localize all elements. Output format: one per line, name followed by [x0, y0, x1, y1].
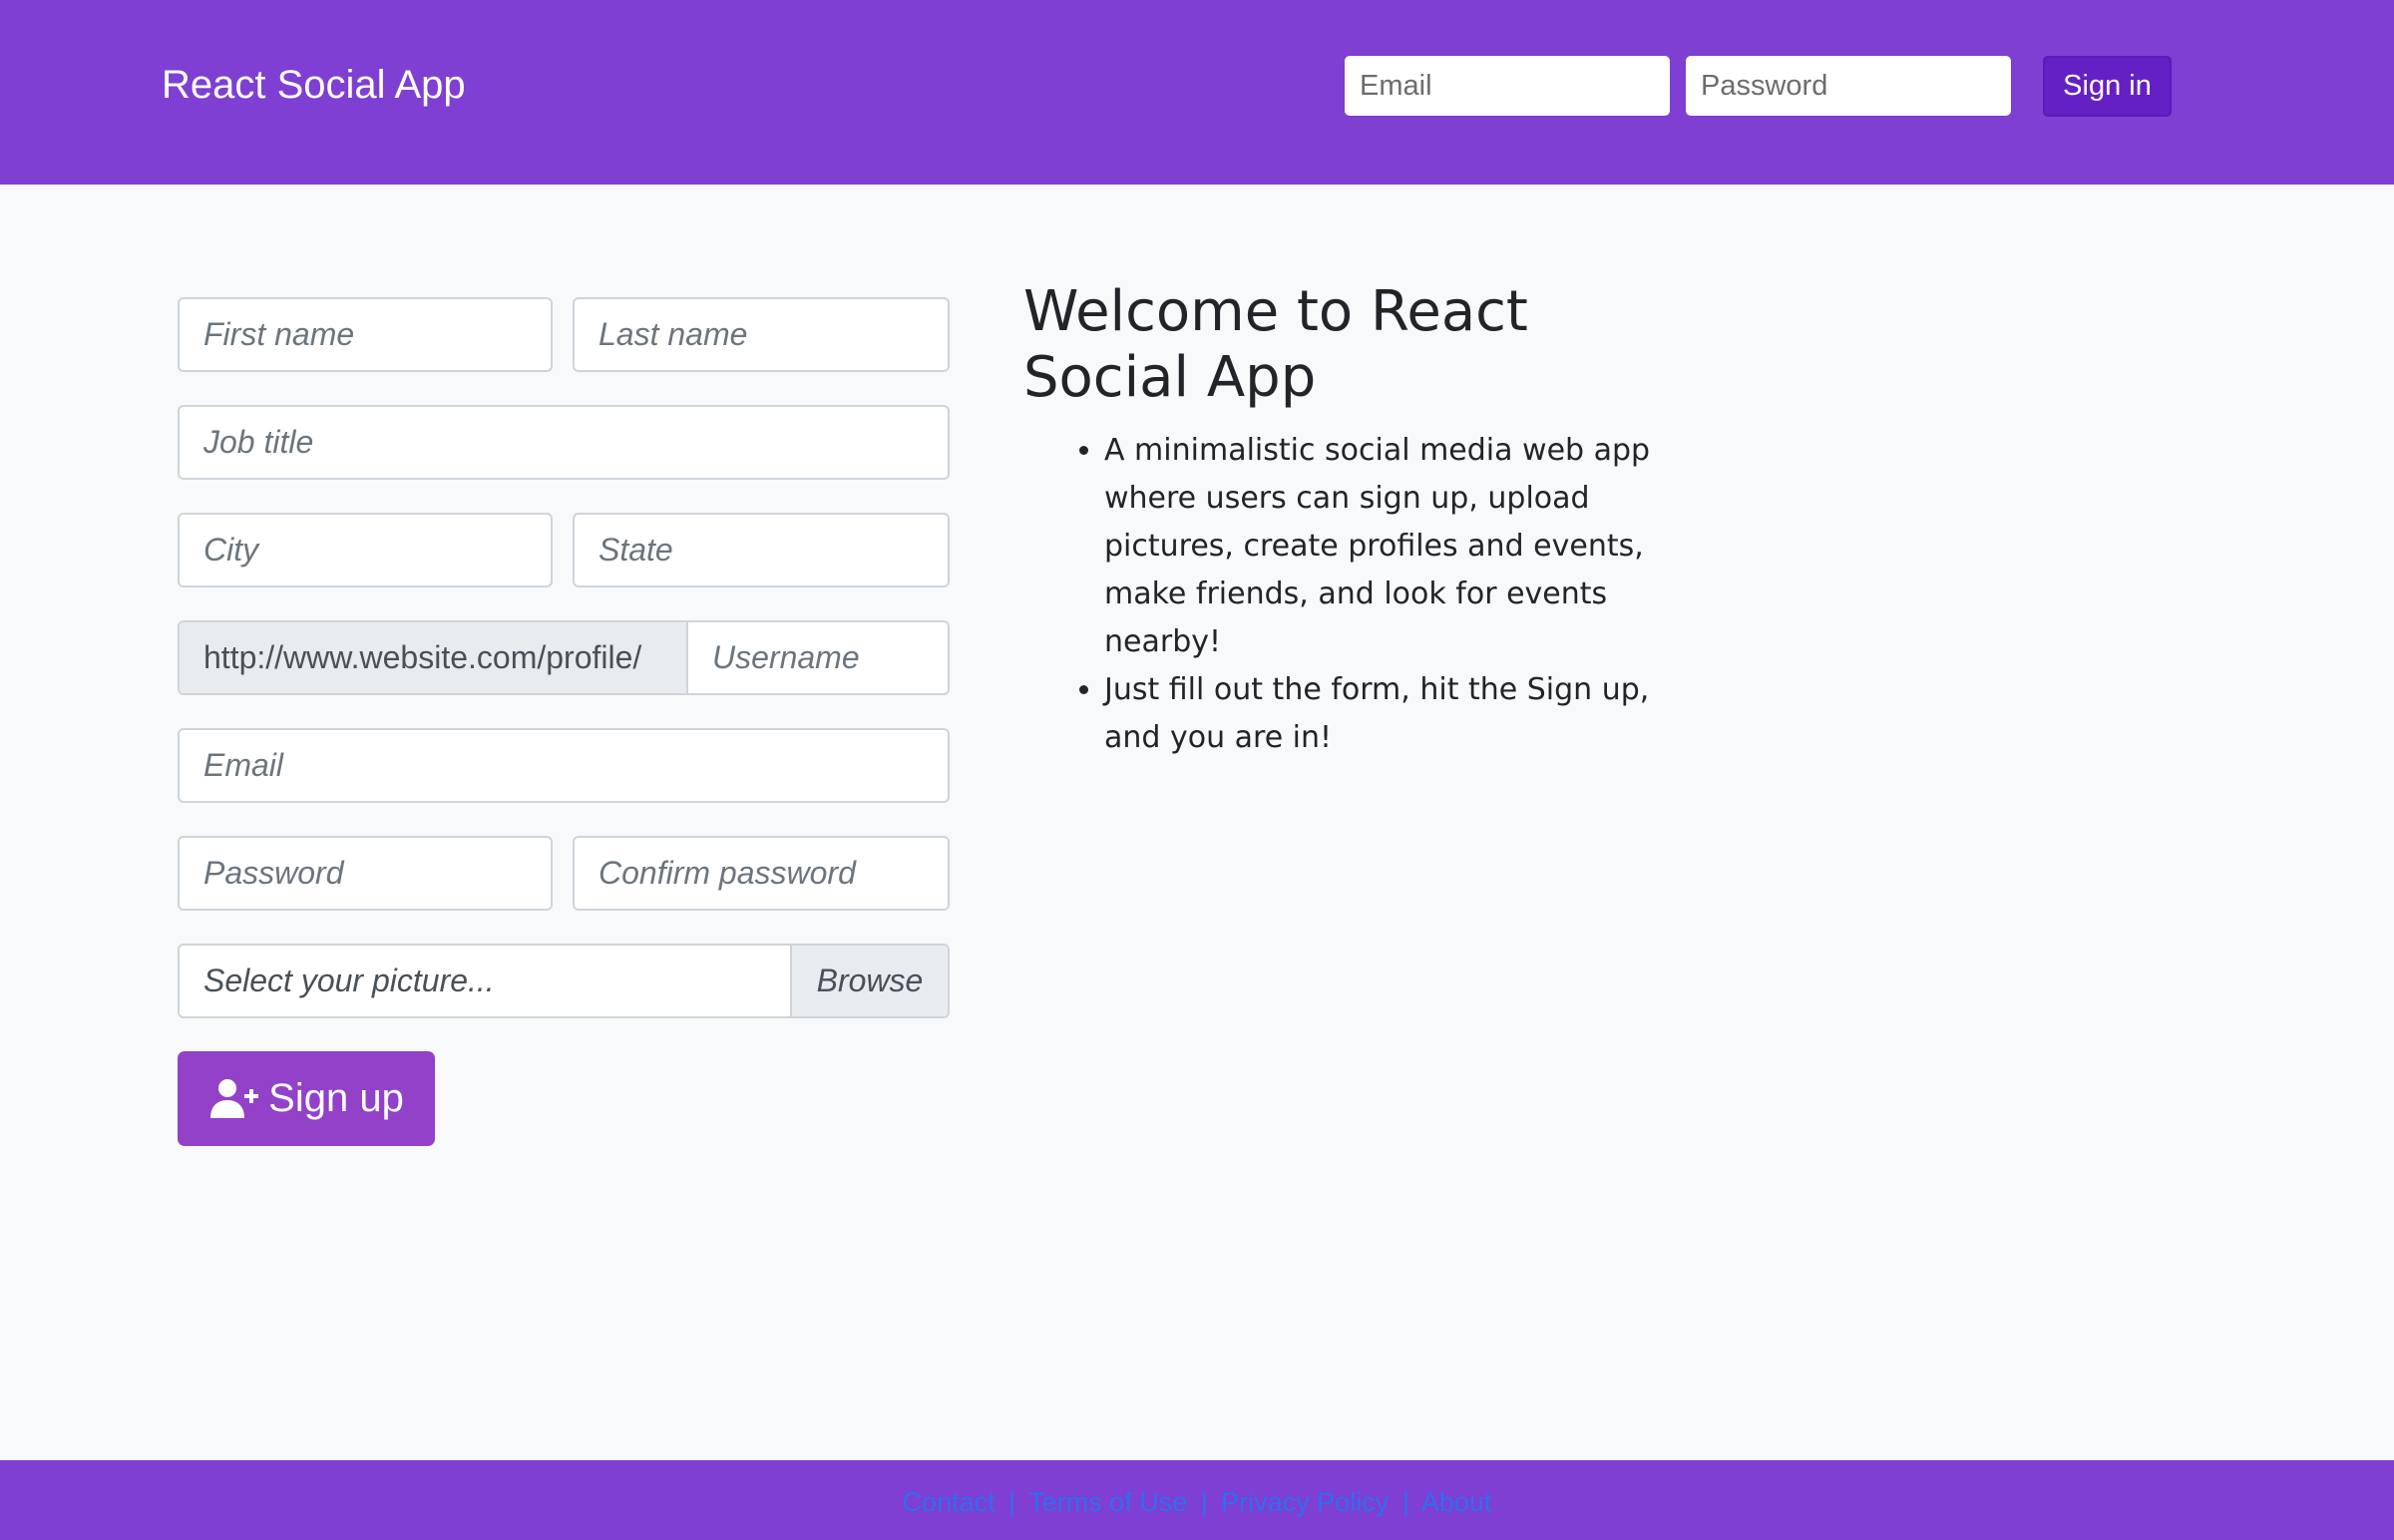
first-name-input[interactable]: First name — [178, 297, 553, 372]
city-input[interactable]: City — [178, 513, 553, 587]
footer-link-privacy[interactable]: Privacy Policy — [1221, 1487, 1389, 1517]
brand-title[interactable]: React Social App — [162, 60, 466, 110]
footer-links: Contact | Terms of Use | Privacy Policy … — [903, 1484, 1492, 1520]
user-plus-icon — [210, 1078, 259, 1118]
username-input[interactable]: Username — [688, 622, 948, 693]
footer-separator: | — [1008, 1487, 1016, 1517]
profile-url-group: http://www.website.com/profile/ Username — [178, 620, 950, 695]
footer-link-terms[interactable]: Terms of Use — [1028, 1487, 1187, 1517]
job-title-input[interactable]: Job title — [178, 405, 950, 480]
signin-email-input[interactable]: Email — [1345, 56, 1670, 116]
welcome-list: A minimalistic social media web app wher… — [1057, 427, 1663, 762]
signup-button[interactable]: Sign up — [178, 1051, 435, 1146]
footer-separator: | — [1200, 1487, 1208, 1517]
profile-url-prefix: http://www.website.com/profile/ — [180, 622, 688, 693]
picture-file-input[interactable]: Select your picture... Browse — [178, 944, 950, 1018]
last-name-input[interactable]: Last name — [573, 297, 950, 372]
welcome-bullet: Just fill out the form, hit the Sign up,… — [1104, 666, 1663, 762]
footer: Contact | Terms of Use | Privacy Policy … — [0, 1460, 2394, 1540]
state-input[interactable]: State — [573, 513, 950, 587]
picture-file-label[interactable]: Select your picture... — [180, 946, 790, 1016]
confirm-password-input[interactable]: Confirm password — [573, 836, 950, 911]
welcome-heading: Welcome to React Social App — [1023, 279, 1528, 410]
browse-button[interactable]: Browse — [790, 946, 948, 1016]
email-input[interactable]: Email — [178, 728, 950, 803]
navbar: React Social App Email Password Sign in — [0, 0, 2394, 185]
welcome-bullet: A minimalistic social media web app wher… — [1104, 427, 1663, 666]
signin-password-input[interactable]: Password — [1686, 56, 2011, 116]
footer-link-contact[interactable]: Contact — [903, 1487, 996, 1517]
signup-label: Sign up — [268, 1076, 404, 1120]
signin-button[interactable]: Sign in — [2043, 56, 2172, 117]
footer-separator: | — [1401, 1487, 1409, 1517]
footer-link-about[interactable]: About — [1421, 1487, 1492, 1517]
password-input[interactable]: Password — [178, 836, 553, 911]
